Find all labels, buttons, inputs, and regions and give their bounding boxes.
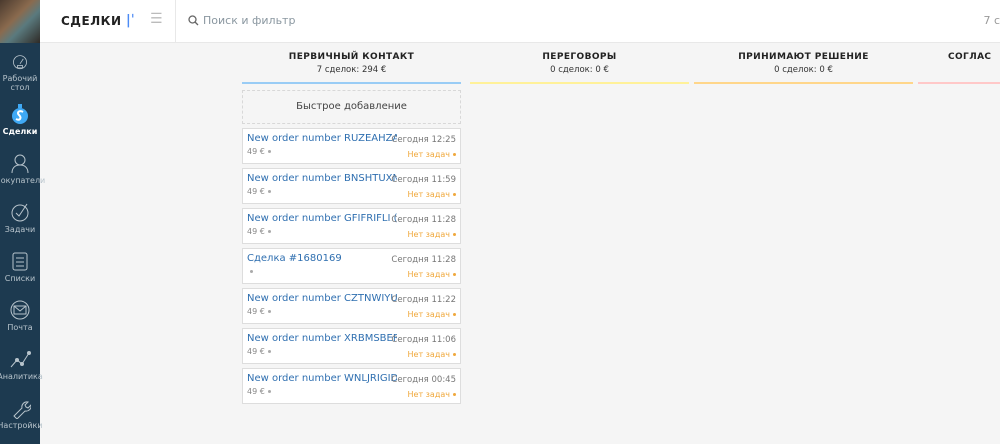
deal-name[interactable]: New order number GFIFRIFLI (#... bbox=[247, 213, 397, 224]
column-name: ПРИНИМАЮТ РЕШЕНИЕ bbox=[738, 52, 869, 62]
column-header: ПРИНИМАЮТ РЕШЕНИЕ 0 сделок: 0 € bbox=[694, 43, 913, 84]
deal-name[interactable]: New order number BNSHTUXM... bbox=[247, 173, 397, 184]
dashboard-icon bbox=[13, 55, 27, 70]
column-header: СОГЛАС bbox=[918, 43, 1000, 84]
sidebar-item-7[interactable]: Настройки bbox=[0, 386, 43, 435]
column-header: ПЕРВИЧНЫЙ КОНТАКТ 7 сделок: 294 € bbox=[242, 43, 461, 84]
deal-time: Сегодня 11:06 bbox=[391, 335, 456, 345]
pipeline-column: ПЕРВИЧНЫЙ КОНТАКТ 7 сделок: 294 € Быстрое… bbox=[242, 43, 461, 404]
dot-icon bbox=[267, 150, 271, 153]
sidebar-item-label: Аналитика bbox=[0, 372, 43, 381]
dot-icon bbox=[453, 153, 456, 156]
sidebar-item-1[interactable]: Сделки bbox=[0, 92, 40, 141]
deal-card[interactable]: New order number GFIFRIFLI (#... Сегодня… bbox=[242, 208, 461, 244]
sidebar-item-label: Рабочий стол bbox=[2, 74, 38, 92]
avatar[interactable] bbox=[0, 0, 40, 43]
deal-tasks[interactable]: Нет задач bbox=[408, 190, 450, 199]
dot-icon bbox=[267, 310, 271, 313]
deal-tasks[interactable]: Нет задач bbox=[408, 350, 450, 359]
sidebar-item-6[interactable]: Аналитика bbox=[0, 337, 43, 386]
dot-icon bbox=[453, 273, 456, 276]
deal-price: 49 € bbox=[247, 387, 265, 396]
column-summary: 0 сделок: 0 € bbox=[550, 65, 609, 75]
dot-icon bbox=[453, 353, 456, 356]
deal-time: Сегодня 11:28 bbox=[391, 215, 456, 225]
pipeline-column: СОГЛАС bbox=[918, 43, 1000, 84]
deal-card[interactable]: New order number WNLJRIGID (... Сегодня … bbox=[242, 368, 461, 404]
deal-time: Сегодня 11:22 bbox=[391, 295, 456, 305]
deal-name[interactable]: New order number CZTNWIYUN... bbox=[247, 293, 397, 304]
deal-name[interactable]: New order number XRBMSBER... bbox=[247, 333, 397, 344]
dot-icon bbox=[453, 233, 456, 236]
sidebar-item-4[interactable]: Списки bbox=[0, 239, 40, 288]
sidebar-item-0[interactable]: Рабочий стол bbox=[0, 43, 40, 92]
deal-name[interactable]: New order number WNLJRIGID (... bbox=[247, 373, 397, 384]
dot-icon bbox=[453, 193, 456, 196]
sidebar-item-label: Покупатели bbox=[0, 176, 46, 185]
search-input[interactable]: Поиск и фильтр bbox=[188, 14, 295, 27]
sidebar-item-label: Настройки bbox=[0, 421, 43, 430]
dot-icon bbox=[267, 190, 271, 193]
sidebar-item-2[interactable]: Покупатели bbox=[0, 141, 45, 190]
lists-icon bbox=[12, 252, 28, 271]
deal-card[interactable]: Сделка #1680169 Сегодня 11:28 Нет задач bbox=[242, 248, 461, 284]
dot-icon bbox=[267, 390, 271, 393]
deal-tasks[interactable]: Нет задач bbox=[408, 390, 450, 399]
deal-tasks[interactable]: Нет задач bbox=[408, 270, 450, 279]
deal-count: 7 с bbox=[983, 14, 1000, 27]
deal-card[interactable]: New order number CZTNWIYUN... Сегодня 11… bbox=[242, 288, 461, 324]
deal-name[interactable]: New order number RUZEAHZA... bbox=[247, 133, 397, 144]
deals-icon bbox=[12, 104, 28, 124]
sidebar-item-label: Почта bbox=[7, 323, 33, 332]
page-title: СДЕЛКИ bbox=[61, 14, 122, 28]
deal-card[interactable]: New order number RUZEAHZA... Сегодня 12:… bbox=[242, 128, 461, 164]
deal-card[interactable]: New order number BNSHTUXM... Сегодня 11:… bbox=[242, 168, 461, 204]
column-name: ПЕРВИЧНЫЙ КОНТАКТ bbox=[288, 52, 415, 62]
divider bbox=[175, 0, 176, 43]
mail-icon bbox=[10, 300, 30, 320]
pipeline-view-icon[interactable]: |ˈ bbox=[126, 13, 135, 28]
settings-icon bbox=[13, 401, 31, 419]
sidebar-item-3[interactable]: Задачи bbox=[0, 190, 40, 239]
deal-time: Сегодня 00:45 bbox=[391, 375, 456, 385]
sidebar-item-label: Списки bbox=[4, 274, 36, 283]
deal-tasks[interactable]: Нет задач bbox=[408, 150, 450, 159]
deal-name[interactable]: Сделка #1680169 bbox=[247, 253, 397, 264]
dot-icon bbox=[267, 350, 271, 353]
dot-icon bbox=[267, 230, 271, 233]
column-name: ПЕРЕГОВОРЫ bbox=[542, 52, 617, 62]
header: СДЕЛКИ |ˈ ☰ Поиск и фильтр 7 с bbox=[40, 0, 1000, 43]
dot-icon bbox=[250, 270, 253, 273]
column-name: СОГЛАС bbox=[948, 52, 992, 62]
quick-add-button[interactable]: Быстрое добавление bbox=[242, 90, 461, 124]
deal-card[interactable]: New order number XRBMSBER... Сегодня 11:… bbox=[242, 328, 461, 364]
sidebar-item-label: Сделки bbox=[2, 127, 38, 136]
deal-price: 49 € bbox=[247, 307, 265, 316]
column-summary: 7 сделок: 294 € bbox=[316, 65, 387, 75]
column-summary: 0 сделок: 0 € bbox=[774, 65, 833, 75]
deal-time: Сегодня 11:28 bbox=[391, 255, 456, 265]
deal-price: 49 € bbox=[247, 147, 265, 156]
search-icon bbox=[188, 15, 199, 26]
pipeline-column: ПЕРЕГОВОРЫ 0 сделок: 0 € bbox=[470, 43, 689, 84]
deal-price: 49 € bbox=[247, 227, 265, 236]
customers-icon bbox=[11, 154, 29, 174]
dot-icon bbox=[453, 393, 456, 396]
sidebar: Рабочий стол Сделки Покупатели Задачи Списки… bbox=[0, 0, 45, 444]
deal-price: 49 € bbox=[247, 347, 265, 356]
deal-tasks[interactable]: Нет задач bbox=[408, 230, 450, 239]
list-view-icon[interactable]: ☰ bbox=[150, 11, 163, 27]
pipeline-column: ПРИНИМАЮТ РЕШЕНИЕ 0 сделок: 0 € bbox=[694, 43, 913, 84]
tasks-icon bbox=[11, 203, 29, 222]
deal-price: 49 € bbox=[247, 187, 265, 196]
sidebar-item-5[interactable]: Почта bbox=[0, 288, 40, 337]
sidebar-item-label: Задачи bbox=[4, 225, 36, 234]
column-header: ПЕРЕГОВОРЫ 0 сделок: 0 € bbox=[470, 43, 689, 84]
analytics-icon bbox=[10, 351, 31, 368]
deal-time: Сегодня 12:25 bbox=[391, 135, 456, 145]
deal-tasks[interactable]: Нет задач bbox=[408, 310, 450, 319]
dot-icon bbox=[453, 313, 456, 316]
deal-time: Сегодня 11:59 bbox=[391, 175, 456, 185]
